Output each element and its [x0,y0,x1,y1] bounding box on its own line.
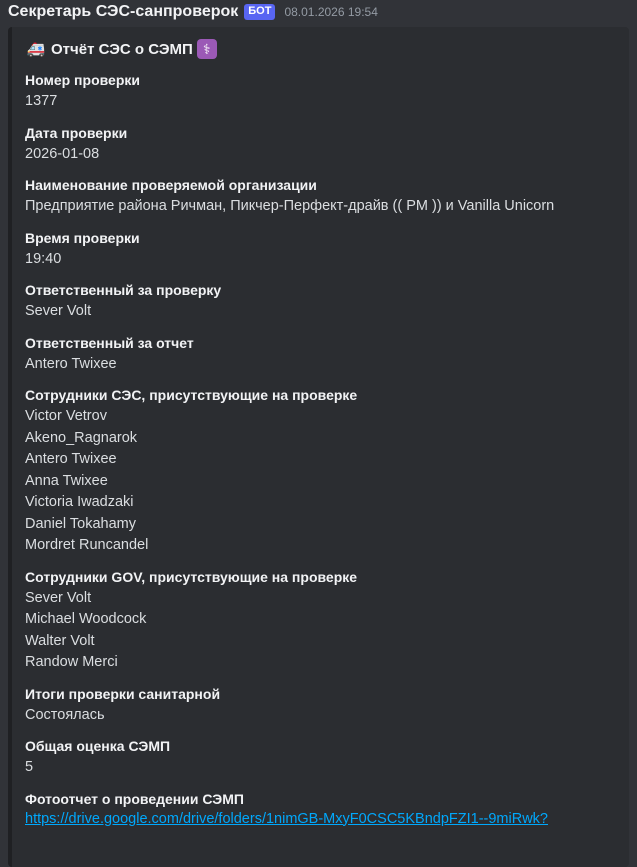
field-value-line: 19:40 [25,250,62,267]
field-value-line: Anna Twixee [25,472,108,489]
field-name: Ответственный за проверку [25,282,222,298]
embed-field-photo: Фотоотчет о проведении СЭМП https://driv… [25,790,625,830]
field-value-line: Antero Twixee [25,355,117,372]
field-value-line: Предприятие района Ричман, Пикчер-Перфек… [25,198,555,214]
field-value-line: Состоялась [25,706,105,723]
message-header: Секретарь СЭС-санпроверок БОТ 08.01.2026… [8,1,378,23]
field-value-line: Daniel Tokahamy [25,515,136,532]
field-value-line: Sever Volt [25,589,92,606]
field-name: Сотрудники СЭС, присутствующие на провер… [25,387,358,403]
embed-title: Отчёт СЭС о СЭМП [51,40,193,58]
field-value-line: 1377 [25,93,58,109]
field-value-line: Victor Vetrov [25,408,107,424]
field-value-line: Victoria Iwadzaki [25,494,134,510]
author-name[interactable]: Секретарь СЭС-санпроверок [8,3,238,21]
field-value-line: Michael Woodcock [25,611,147,627]
field-value: Предприятие района Ричман, Пикчер-Перфек… [25,196,625,218]
embed-field: Время проверки 19:40 [25,229,625,271]
field-name: Итоги проверки санитарной [25,685,221,702]
embed-field: Сотрудники GOV, присутствующие на провер… [25,568,625,674]
embed-field: Наименование проверяемой организации Пред… [25,176,625,218]
field-value-line: Sever Volt [25,303,92,319]
field-name: Наименование проверяемой организации [25,177,317,193]
field-value: 5 [25,757,625,779]
field-value: 2026-01-08 [25,144,625,166]
field-value: Sever Volt Michael Woodcock Walter Volt Ran… [25,588,625,674]
photo-report-link[interactable]: https://drive.google.com/drive/folders/1… [25,808,615,830]
field-value: 19:40 [25,249,625,271]
field-name: Номер проверки [25,72,140,88]
embed-field: Ответственный за проверку Sever Volt [25,281,625,323]
field-value: Victor Vetrov Akeno_Ragnarok Antero Twixee… [25,406,625,557]
field-value-line: Mordret Runcandel [25,537,149,553]
field-name: Ответственный за отчет [25,334,194,351]
field-value: Antero Twixee [25,354,625,376]
embed-title-row: 🚑 Отчёт СЭС о СЭМП ⚕ [25,38,625,60]
embed-content: 🚑 Отчёт СЭС о СЭМП ⚕ Номер проверки 1377 Д… [25,38,625,830]
field-value-line: Randow Merci [25,654,118,670]
field-name: Общая оценка СЭМП [25,738,171,754]
embed-field: Итоги проверки санитарной Состоялась [25,685,625,727]
field-value-line: 5 [25,759,34,775]
ambulance-icon: 🚑 [26,41,46,58]
field-name: Сотрудники GOV, присутствующие на провер… [25,568,358,585]
field-value-line: Akeno_Ragnarok [25,429,138,446]
embed-field: Номер проверки 1377 [25,71,625,113]
embed-field: Сотрудники СЭС, присутствующие на провер… [25,386,625,557]
field-value: Состоялась [25,705,625,727]
embed-field: Общая оценка СЭМП 5 [25,737,625,779]
field-name: Время проверки [25,229,140,246]
medical-symbol-icon: ⚕ [196,39,217,59]
embed-field: Ответственный за отчет Antero Twixee [25,334,625,376]
field-value-line: Walter Volt [25,632,95,649]
field-value-line: Antero Twixee [25,451,117,467]
bot-badge: БОТ [244,4,276,20]
message-timestamp[interactable]: 08.01.2026 19:54 [284,5,377,19]
field-value-line: 2026-01-08 [25,145,100,162]
embed-card: 🚑 Отчёт СЭС о СЭМП ⚕ Номер проверки 1377 Д… [8,27,629,867]
field-value: 1377 [25,91,625,113]
embed-field: Дата проверки 2026-01-08 [25,124,625,166]
field-name: Фотоотчет о проведении СЭМП [25,790,244,807]
field-value: Sever Volt [25,301,625,323]
field-name: Дата проверки [25,124,128,141]
embed-fields: Номер проверки 1377 Дата проверки 2026-01-0… [25,71,625,779]
